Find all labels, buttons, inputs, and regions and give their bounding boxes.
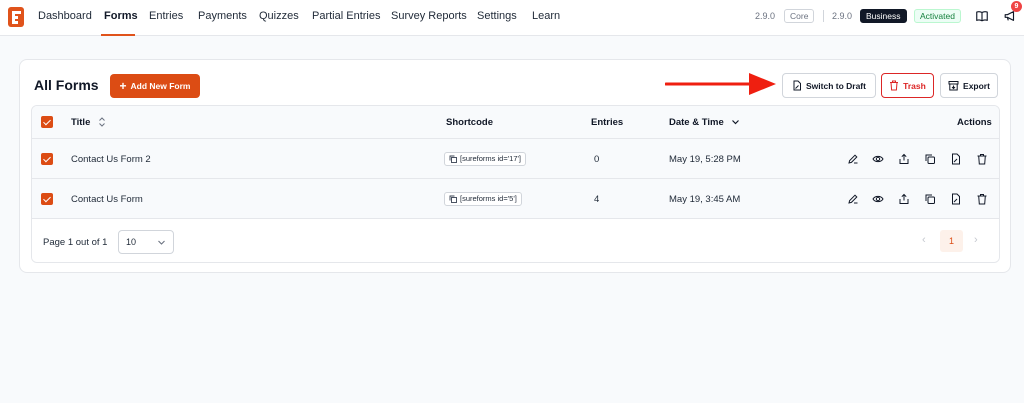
per-page-select[interactable]: 10 (118, 230, 174, 254)
form-date: May 19, 5:28 PM (669, 154, 741, 165)
switch-to-draft-button[interactable]: Switch to Draft (782, 73, 876, 98)
entries-count: 4 (594, 194, 600, 205)
notification-badge: 9 (1011, 1, 1022, 12)
draft-icon[interactable] (950, 193, 962, 205)
trash-icon[interactable] (976, 153, 988, 165)
header-date-time[interactable]: Date & Time (669, 117, 724, 128)
active-tab-indicator (101, 34, 135, 36)
nav-survey-reports[interactable]: Survey Reports (391, 10, 467, 22)
add-new-form-label: Add New Form (130, 81, 191, 91)
form-title[interactable]: Contact Us Form 2 (71, 154, 151, 165)
trash-icon[interactable] (976, 193, 988, 205)
shortcode-copy[interactable]: [sureforms id='5'] (444, 192, 522, 206)
header-shortcode: Shortcode (446, 117, 493, 128)
page-number-button[interactable]: 1 (940, 230, 963, 252)
row-checkbox[interactable] (41, 153, 53, 165)
page-indicator: Page 1 out of 1 (43, 237, 108, 248)
chevron-down-icon[interactable] (731, 118, 740, 126)
business-badge: Business (860, 9, 907, 23)
trash-button[interactable]: Trash (881, 73, 934, 98)
table-header: Title Shortcode Entries Date & Time Acti… (32, 106, 999, 139)
table-row: Contact Us Form [sureforms id='5'] 4 May… (32, 179, 999, 219)
sort-icon[interactable] (98, 116, 106, 128)
duplicate-icon[interactable] (924, 153, 936, 165)
chevron-down-icon (158, 240, 165, 245)
shortcode-copy[interactable]: [sureforms id='17'] (444, 152, 527, 166)
pencil-icon[interactable] (847, 193, 859, 205)
export-icon (948, 81, 959, 91)
export-button[interactable]: Export (940, 73, 998, 98)
copy-icon (449, 195, 457, 203)
divider (823, 10, 824, 22)
table-row: Contact Us Form 2 [sureforms id='17'] 0 … (32, 139, 999, 179)
trash-label: Trash (903, 80, 926, 91)
nav-entries[interactable]: Entries (149, 10, 183, 22)
select-all-checkbox[interactable] (41, 116, 53, 128)
nav-payments[interactable]: Payments (198, 10, 247, 22)
plus-icon: + (119, 79, 127, 93)
nav-forms[interactable]: Forms (104, 10, 138, 22)
shortcode-text: [sureforms id='5'] (460, 194, 517, 203)
nav-settings[interactable]: Settings (477, 10, 517, 22)
share-icon[interactable] (898, 193, 910, 205)
header-title[interactable]: Title (71, 117, 90, 128)
per-page-value: 10 (126, 237, 137, 247)
annotation-arrow-icon (665, 73, 776, 95)
forms-table: Title Shortcode Entries Date & Time Acti… (31, 105, 1000, 263)
book-icon[interactable] (975, 9, 989, 23)
nav-quizzes[interactable]: Quizzes (259, 10, 299, 22)
activated-badge: Activated (914, 9, 961, 23)
shortcode-text: [sureforms id='17'] (460, 154, 522, 163)
previous-page-button[interactable]: ‹ (922, 234, 926, 246)
sureforms-logo[interactable] (8, 7, 24, 27)
header-entries: Entries (591, 117, 624, 128)
next-page-button[interactable]: › (974, 234, 978, 246)
eye-icon[interactable] (872, 153, 884, 165)
trash-icon (890, 80, 899, 91)
share-icon[interactable] (898, 153, 910, 165)
draft-icon[interactable] (950, 153, 962, 165)
duplicate-icon[interactable] (924, 193, 936, 205)
page-title: All Forms (34, 77, 99, 93)
file-pen-icon (793, 80, 801, 91)
copy-icon (449, 155, 457, 163)
form-date: May 19, 3:45 AM (669, 194, 741, 205)
entries-count: 0 (594, 154, 600, 165)
core-badge: Core (784, 9, 815, 23)
header-actions: Actions (957, 117, 992, 128)
top-navigation: Dashboard Forms Entries Payments Quizzes… (0, 0, 1024, 36)
pencil-icon[interactable] (847, 153, 859, 165)
export-label: Export (963, 80, 990, 91)
business-version: 2.9.0 (832, 11, 853, 21)
switch-to-draft-label: Switch to Draft (806, 80, 866, 91)
core-version: 2.9.0 (755, 11, 776, 21)
form-title[interactable]: Contact Us Form (71, 194, 143, 205)
nav-dashboard[interactable]: Dashboard (38, 10, 92, 22)
nav-partial-entries[interactable]: Partial Entries (312, 10, 380, 22)
nav-learn[interactable]: Learn (532, 10, 560, 22)
row-checkbox[interactable] (41, 193, 53, 205)
table-footer: Page 1 out of 1 10 ‹ 1 › (32, 219, 999, 262)
eye-icon[interactable] (872, 193, 884, 205)
forms-card: All Forms + Add New Form Switch to Draft… (19, 59, 1011, 273)
add-new-form-button[interactable]: + Add New Form (110, 74, 200, 98)
